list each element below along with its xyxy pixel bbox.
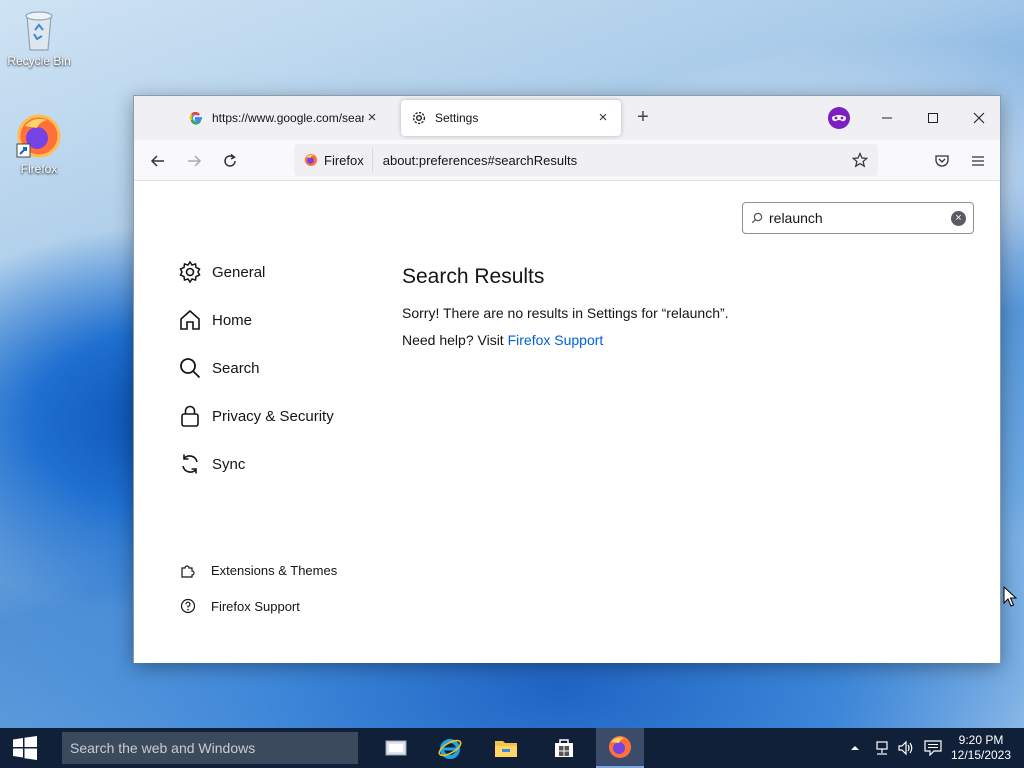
gear-icon bbox=[178, 260, 202, 284]
category-label: General bbox=[212, 263, 266, 281]
category-label: Home bbox=[212, 311, 253, 329]
internet-explorer-icon bbox=[438, 739, 462, 759]
firefox-support-link[interactable]: Firefox Support bbox=[180, 598, 300, 614]
task-view-button[interactable] bbox=[372, 728, 420, 768]
notification-center-icon[interactable] bbox=[922, 728, 944, 768]
tab-strip: https://www.google.com/search × Settings… bbox=[134, 96, 1000, 140]
mouse-cursor-icon bbox=[1003, 585, 1018, 613]
category-label: Search bbox=[212, 359, 260, 377]
volume-icon[interactable] bbox=[896, 728, 916, 768]
arrow-left-icon bbox=[150, 155, 164, 167]
new-tab-button[interactable]: + bbox=[631, 106, 655, 130]
taskbar-search-placeholder: Search the web and Windows bbox=[70, 740, 256, 756]
bookmark-star-button[interactable] bbox=[846, 146, 874, 174]
private-browsing-icon bbox=[828, 107, 850, 129]
help-line: Need help? Visit Firefox Support bbox=[402, 332, 603, 348]
arrow-right-icon bbox=[188, 155, 202, 167]
footer-link-label: Extensions & Themes bbox=[211, 562, 338, 578]
file-explorer-icon bbox=[495, 741, 517, 757]
maximize-button[interactable] bbox=[910, 96, 956, 140]
clock-date: 12/15/2023 bbox=[950, 748, 1012, 762]
gear-icon bbox=[411, 110, 427, 126]
category-label: Privacy & Security bbox=[212, 407, 334, 425]
footer-link-label: Firefox Support bbox=[211, 598, 300, 614]
clear-search-icon[interactable]: × bbox=[951, 211, 966, 226]
forward-button[interactable] bbox=[180, 147, 208, 175]
google-icon bbox=[188, 110, 204, 126]
reload-button[interactable] bbox=[216, 147, 244, 175]
back-button[interactable] bbox=[144, 147, 172, 175]
desktop-icon-label: Recycle Bin bbox=[7, 54, 71, 68]
category-privacy-security[interactable]: Privacy & Security bbox=[178, 404, 334, 428]
url-bar[interactable]: Firefox about:preferences#searchResults bbox=[294, 144, 878, 176]
identity-box[interactable]: Firefox bbox=[296, 148, 373, 172]
category-label: Sync bbox=[212, 455, 246, 473]
firefox-icon bbox=[305, 154, 317, 166]
clock-time: 9:20 PM bbox=[958, 733, 1004, 747]
network-icon[interactable] bbox=[872, 728, 892, 768]
hamburger-icon bbox=[972, 156, 984, 166]
category-sync[interactable]: Sync bbox=[178, 452, 245, 476]
identity-label: Firefox bbox=[324, 152, 364, 168]
tab-settings[interactable]: Settings × bbox=[401, 100, 621, 136]
minimize-button[interactable] bbox=[864, 96, 910, 140]
navigation-toolbar: Firefox about:preferences#searchResults bbox=[134, 140, 1000, 181]
category-general[interactable]: General bbox=[178, 260, 265, 284]
show-hidden-icons-button[interactable] bbox=[846, 728, 864, 768]
search-icon bbox=[178, 356, 202, 380]
close-tab-icon[interactable]: × bbox=[364, 110, 380, 126]
desktop-icon-label: Firefox bbox=[20, 162, 58, 176]
home-icon bbox=[178, 308, 202, 332]
start-button[interactable] bbox=[0, 728, 50, 768]
lock-icon bbox=[178, 404, 202, 428]
help-icon bbox=[180, 598, 196, 614]
puzzle-icon bbox=[180, 562, 196, 578]
help-prefix: Need help? Visit bbox=[402, 332, 508, 348]
clock[interactable]: 9:20 PM 12/15/2023 bbox=[946, 733, 1016, 763]
chevron-up-icon bbox=[851, 746, 859, 750]
menu-button[interactable] bbox=[964, 147, 992, 175]
desktop-icon-recycle-bin[interactable]: Recycle Bin bbox=[0, 6, 78, 68]
search-icon bbox=[751, 212, 763, 224]
windows-logo-icon bbox=[13, 736, 37, 760]
search-results-title: Search Results bbox=[402, 265, 545, 288]
taskbar-search-box[interactable]: Search the web and Windows bbox=[62, 732, 358, 764]
tab-title: https://www.google.com/search bbox=[212, 111, 364, 125]
pocket-button[interactable] bbox=[928, 147, 956, 175]
category-search[interactable]: Search bbox=[178, 356, 260, 380]
internet-explorer-button[interactable] bbox=[426, 728, 474, 768]
firefox-icon bbox=[15, 112, 63, 160]
firefox-taskbar-button[interactable] bbox=[596, 728, 644, 768]
recycle-bin-icon bbox=[22, 6, 56, 52]
close-tab-icon[interactable]: × bbox=[595, 110, 611, 126]
settings-content: × General Home Search Privacy & Securi bbox=[134, 182, 1000, 663]
store-icon bbox=[555, 739, 573, 757]
settings-search-box[interactable]: × bbox=[742, 202, 974, 234]
url-text[interactable]: about:preferences#searchResults bbox=[383, 153, 846, 168]
store-button[interactable] bbox=[540, 728, 588, 768]
tab-google-search[interactable]: https://www.google.com/search × bbox=[178, 100, 390, 136]
extensions-themes-link[interactable]: Extensions & Themes bbox=[180, 562, 337, 578]
star-icon bbox=[852, 152, 868, 168]
tab-title: Settings bbox=[435, 111, 479, 125]
file-explorer-button[interactable] bbox=[482, 728, 530, 768]
taskbar: Search the web and Windows 9:20 PM 12/15… bbox=[0, 728, 1024, 768]
pocket-icon bbox=[935, 155, 949, 167]
sync-icon bbox=[178, 452, 202, 476]
desktop-icon-firefox[interactable]: Firefox bbox=[0, 112, 78, 176]
no-results-message: Sorry! There are no results in Settings … bbox=[402, 305, 729, 321]
firefox-support-help-link[interactable]: Firefox Support bbox=[508, 332, 604, 348]
close-window-button[interactable] bbox=[956, 96, 1002, 140]
firefox-window: https://www.google.com/search × Settings… bbox=[133, 95, 1001, 663]
settings-search-input[interactable] bbox=[769, 210, 937, 226]
task-view-icon bbox=[385, 740, 407, 756]
reload-icon bbox=[224, 153, 236, 167]
category-home[interactable]: Home bbox=[178, 308, 252, 332]
firefox-icon bbox=[609, 736, 631, 758]
